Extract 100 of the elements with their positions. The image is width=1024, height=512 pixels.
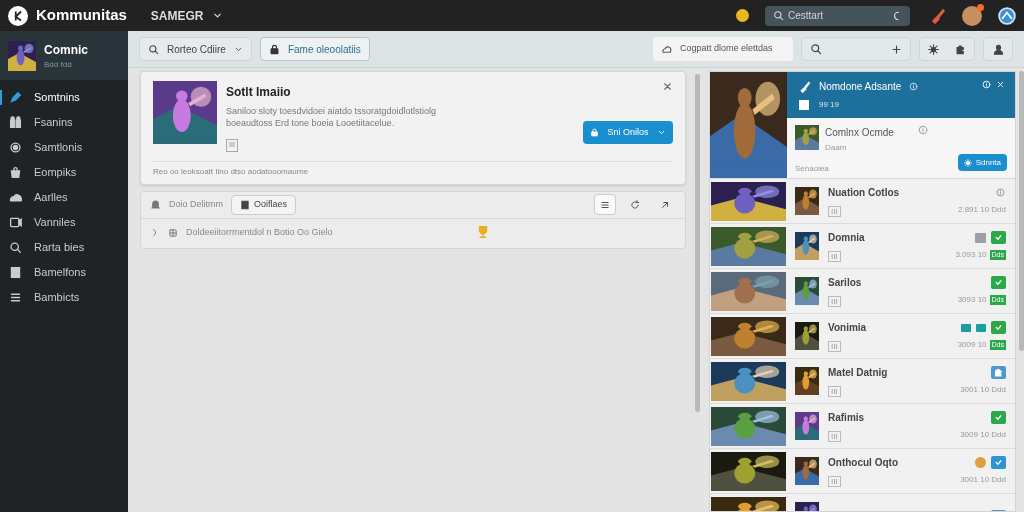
sidebar-item[interactable]: Vanniles [0, 210, 128, 235]
cloud-icon [9, 191, 22, 204]
action-button[interactable]: Fame oleoolatiis [259, 37, 370, 61]
info-icon [994, 186, 1006, 199]
search-icon [9, 241, 22, 254]
sidebar-item[interactable]: Eompiks [0, 160, 128, 185]
game-name: Sarilos [828, 276, 863, 290]
profile-name: Comnic [44, 41, 88, 59]
search-icon [148, 43, 159, 55]
primary-button[interactable]: Sni Onilos [583, 121, 673, 144]
people-icon [9, 116, 22, 129]
notice-text: Doldeeiitorrmentdol n Botio Oo Gielo [186, 226, 333, 240]
game-subtitle: Daam [825, 142, 848, 154]
person-icon [992, 43, 1004, 55]
check-icon [991, 411, 1006, 424]
profile-card[interactable]: Comnic Bdd fdd [0, 31, 128, 80]
scrollbar[interactable] [1019, 71, 1024, 351]
date-text: 2.891 10 Ddd [957, 203, 1006, 216]
filter-dropdown[interactable]: Rorteo Cdiire [139, 37, 252, 61]
game-name: Vonimia [828, 321, 868, 335]
check-icon [991, 456, 1006, 469]
pen-icon [9, 91, 22, 104]
profile-subtitle: Bdd fdd [44, 58, 73, 71]
logo-icon [8, 5, 28, 26]
brush-icon [799, 80, 811, 93]
date-text: 3009 10 Ddd [960, 429, 1006, 441]
check-icon [991, 276, 1006, 289]
card-footer: Reo oo leoksoatt Ilno dtso aodatooomaurne [153, 165, 673, 178]
sidebar-item[interactable]: Bambicts [0, 285, 128, 310]
tag: III [828, 341, 841, 352]
sidebar-item[interactable]: Bamelfons [0, 260, 128, 285]
filter-label: Doio Delitmm [169, 197, 223, 211]
caret-icon [656, 128, 666, 137]
game-row[interactable]: Onthocul Oqto III 3001 10 Ddd [710, 449, 1015, 494]
game-name: Comlnx Ocmde [825, 126, 894, 140]
doc-icon [9, 266, 22, 279]
game-name: Domnia [828, 231, 866, 245]
date-text: 3093 10 [957, 294, 987, 306]
caret-icon[interactable] [211, 10, 223, 21]
scrollbar[interactable] [695, 74, 700, 412]
panel-count: 99 19 [819, 99, 840, 111]
info-icon[interactable] [982, 80, 991, 89]
bag-icon [9, 166, 22, 179]
gear-icon [963, 158, 972, 167]
search-field[interactable]: Cesttart [765, 5, 910, 26]
sidebar-item[interactable]: Samtlonis [0, 135, 128, 160]
game-name: Matel Datnig [828, 366, 889, 380]
gear-icon[interactable] [928, 43, 939, 55]
arrow-icon [660, 199, 670, 210]
tag: III [828, 296, 841, 307]
list-icon [9, 291, 22, 304]
trophy-icon [476, 224, 490, 239]
video-icon [9, 216, 22, 229]
card-title: Sotlt Imaiio [226, 84, 291, 101]
puzzle-icon[interactable] [955, 43, 966, 55]
brush-icon[interactable] [930, 7, 946, 24]
emoji-icon[interactable] [736, 9, 749, 22]
game-name: Rafimis [828, 411, 866, 425]
search-icon [773, 10, 784, 21]
tag: III [828, 431, 841, 442]
date-text: 3001 10 Ddd [960, 384, 1006, 396]
tag: III [828, 251, 841, 262]
game-row[interactable]: Rafimis III 3009 10 Ddd [710, 404, 1015, 449]
tag: III [828, 206, 841, 217]
app-title: Kommunitas [36, 5, 127, 26]
date-text: 3001 10 Ddd [960, 474, 1006, 486]
game-name: Onthocul Oqto [828, 456, 899, 470]
list-icon [600, 199, 610, 210]
cloud-icon [661, 43, 672, 55]
close-icon[interactable] [996, 80, 1005, 89]
circle-icon [9, 141, 22, 154]
avatar[interactable] [962, 5, 982, 26]
game-row[interactable]: Nuation Cotlos III 2.891 10 Ddd [710, 179, 1015, 224]
menu-label[interactable]: SAMEGR [150, 6, 204, 25]
sidebar-item[interactable]: Fsanins [0, 110, 128, 135]
text-field[interactable]: Cogpatt dlome elettdas [653, 37, 793, 61]
coin-icon [975, 457, 986, 468]
tag: III [828, 476, 841, 487]
options-button[interactable]: Ooiflaes [231, 194, 297, 215]
sidebar-item[interactable]: Somtnins [0, 85, 128, 110]
close-icon[interactable] [662, 81, 673, 92]
card-description: Saniloo sloty toesdvidoei aiatdo tssoratgdoidlotlstiolg boeaudtoss Erd tone boeia Looetiitacelue. [226, 105, 438, 129]
sidebar-item[interactable]: Aarlles [0, 185, 128, 210]
date-text: 3.093 10 [955, 249, 987, 261]
game-row[interactable]: Matel Datnig III 3001 10 Ddd [710, 359, 1015, 404]
view-button[interactable] [594, 194, 616, 215]
panel-title: Nomdone Adsante [819, 80, 902, 94]
tag: III [828, 386, 841, 397]
play-button[interactable]: Sdnnta [957, 154, 1007, 171]
refresh-icon [630, 199, 640, 210]
profile-button[interactable] [983, 37, 1013, 61]
date-text: 3009 10 [957, 339, 987, 351]
sidebar-item[interactable]: Rarta bies [0, 235, 128, 260]
check-icon [991, 321, 1006, 334]
game-note: Senaoiea [795, 163, 829, 175]
game-name: Nuation Cotlos [828, 186, 901, 200]
check-icon [991, 231, 1006, 244]
badge-icon [799, 100, 809, 110]
plus-icon [891, 43, 902, 55]
bell-icon [150, 199, 161, 210]
